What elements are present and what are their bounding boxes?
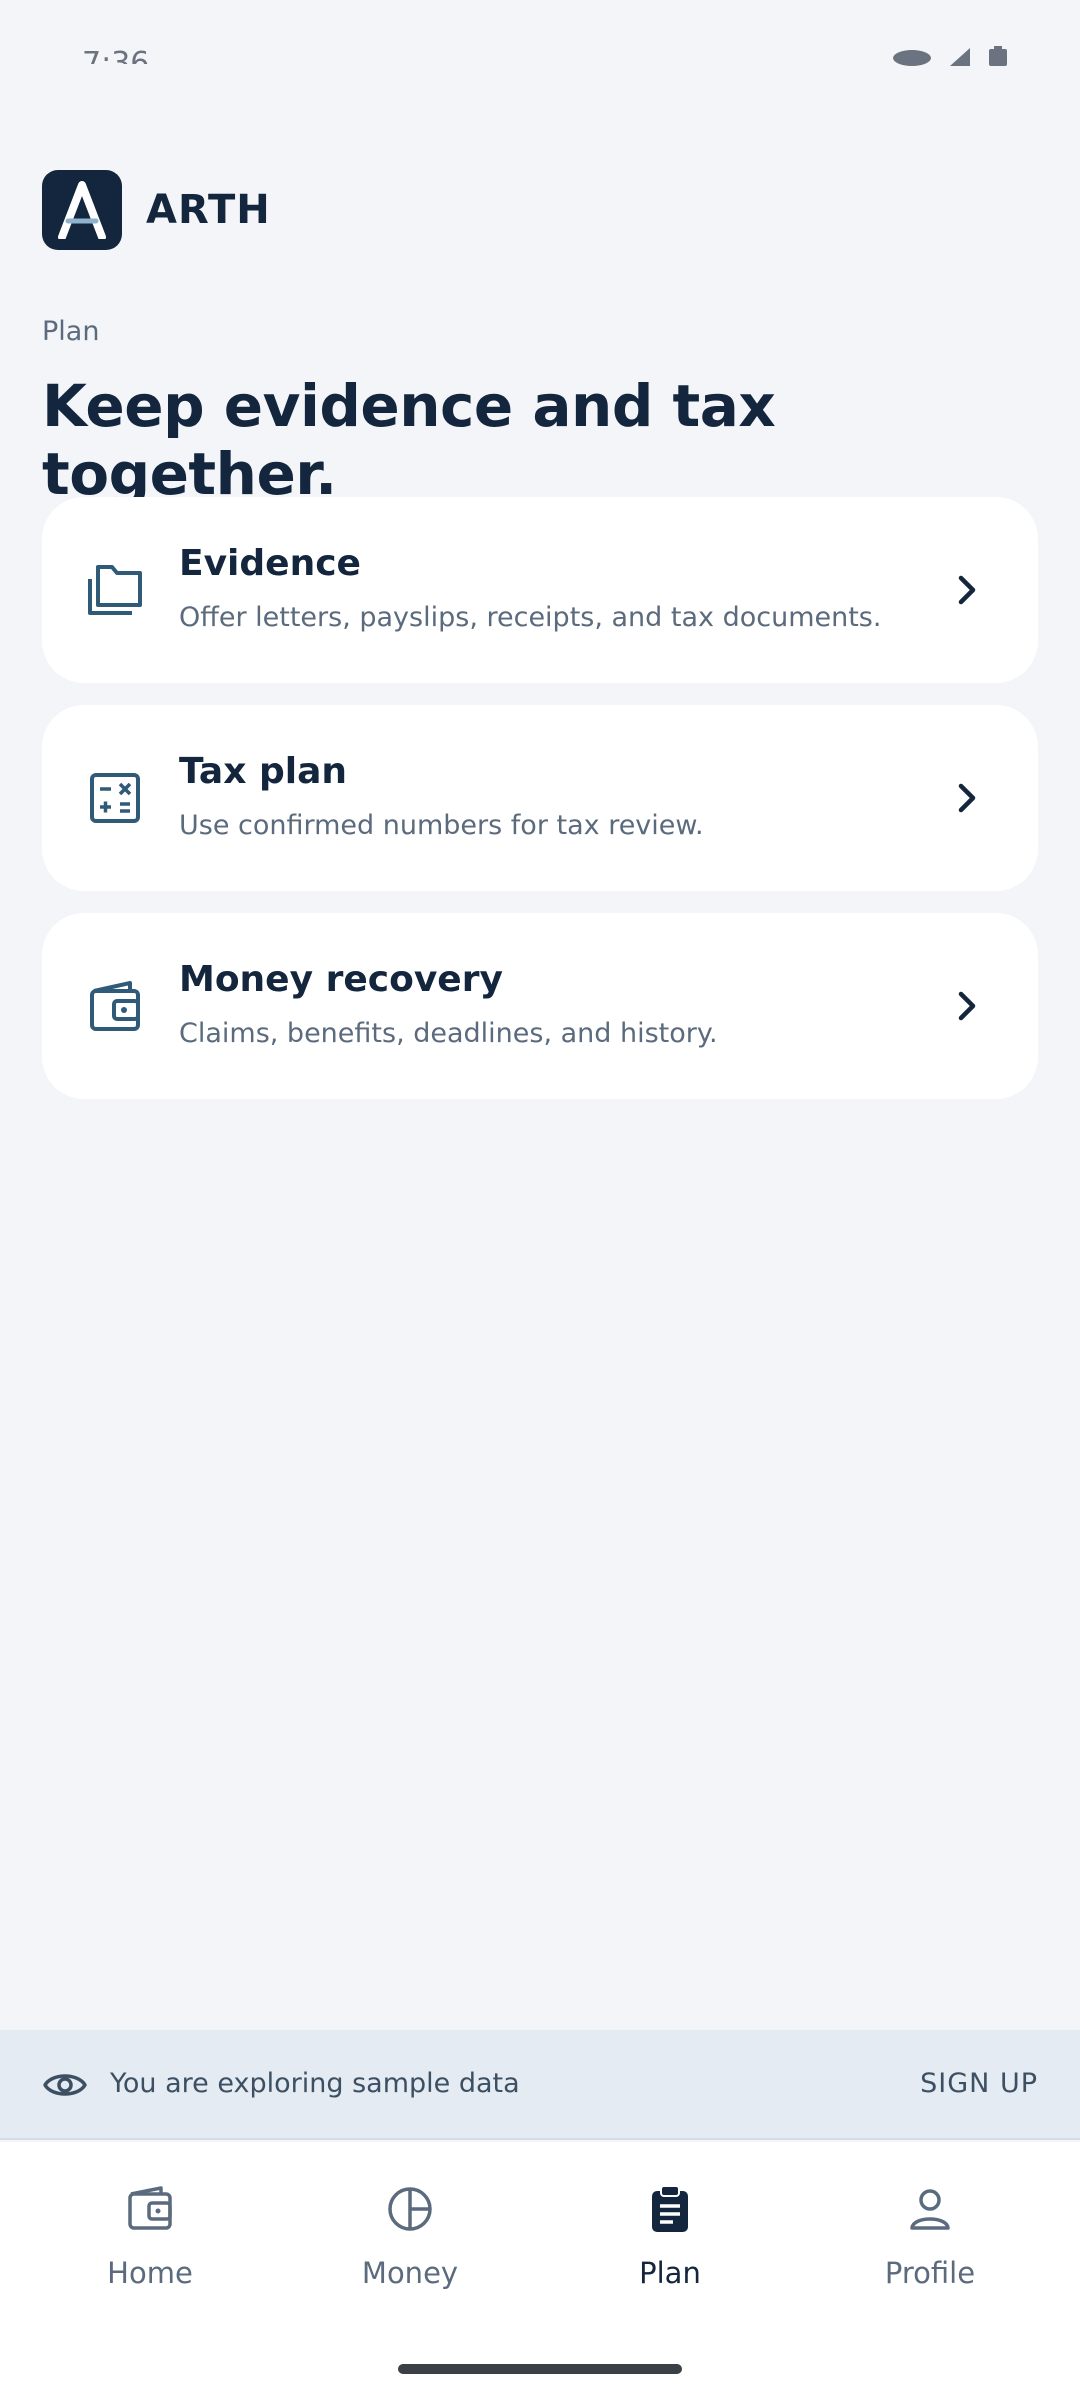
card-text: Tax plan Use confirmed numbers for tax r… [179, 751, 704, 841]
card-title: Evidence [179, 543, 361, 584]
status-bar: 7:36 [0, 0, 1080, 70]
card-title: Tax plan [179, 751, 347, 792]
card-description: Use confirmed numbers for tax review. [179, 810, 704, 841]
app-logo [42, 170, 122, 250]
sample-data-message: You are exploring sample data [110, 2068, 520, 2099]
card-description: Claims, benefits, deadlines, and history… [179, 1018, 718, 1049]
money-recovery-card[interactable]: Money recovery Claims, benefits, deadlin… [42, 913, 1038, 1099]
tax-plan-card[interactable]: Tax plan Use confirmed numbers for tax r… [42, 705, 1038, 891]
status-time: 7:36 [82, 46, 150, 64]
battery-icon [989, 46, 1007, 66]
nav-label: Plan [639, 2256, 701, 2290]
wallet-icon [90, 981, 140, 1031]
nav-label: Profile [884, 2256, 976, 2290]
chevron-right-icon [958, 575, 976, 605]
eye-icon [43, 2074, 87, 2096]
status-icons [892, 46, 1008, 66]
person-icon [910, 2189, 950, 2230]
nav-item-plan[interactable]: Plan [570, 2184, 770, 2290]
logo-a-icon [58, 181, 106, 239]
nav-label: Money [361, 2256, 459, 2290]
page-title: Keep evidence and tax together. [42, 372, 776, 508]
plan-screen: 7:36 ARTH Plan Keep evidence and tax tog… [0, 0, 1080, 2400]
app-header: ARTH [42, 170, 271, 250]
card-title: Money recovery [179, 959, 503, 1000]
nav-item-profile[interactable]: Profile [830, 2184, 1030, 2290]
sign-up-button[interactable]: SIGN UP [920, 2068, 1038, 2099]
home-indicator[interactable] [398, 2364, 682, 2374]
wifi-icon [893, 50, 931, 66]
signal-icon [950, 48, 970, 66]
app-name: ARTH [146, 187, 271, 233]
section-eyebrow: Plan [42, 316, 100, 347]
clipboard-icon [652, 2185, 688, 2232]
sample-data-banner: You are exploring sample data SIGN UP [0, 2030, 1080, 2140]
nav-item-money[interactable]: Money [310, 2184, 510, 2290]
bottom-navigation: Home Money Plan Profile [0, 2142, 1080, 2400]
nav-item-home[interactable]: Home [50, 2184, 250, 2290]
card-text: Money recovery Claims, benefits, deadlin… [179, 959, 718, 1049]
chevron-right-icon [958, 991, 976, 1021]
plan-card-list: Evidence Offer letters, payslips, receip… [42, 497, 1038, 1121]
evidence-card[interactable]: Evidence Offer letters, payslips, receip… [42, 497, 1038, 683]
card-text: Evidence Offer letters, payslips, receip… [179, 543, 881, 633]
folder-icon [88, 565, 142, 615]
calculator-icon [90, 773, 140, 823]
card-description: Offer letters, payslips, receipts, and t… [179, 602, 882, 633]
nav-label: Home [107, 2256, 193, 2290]
wallet-icon [128, 2186, 172, 2230]
pie-chart-icon [388, 2187, 432, 2231]
chevron-right-icon [958, 783, 976, 813]
